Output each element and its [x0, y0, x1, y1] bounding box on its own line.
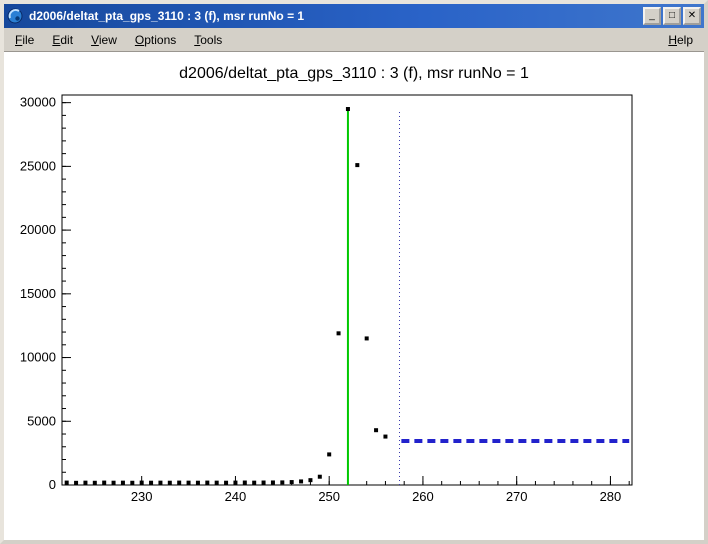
svg-text:280: 280 [600, 489, 622, 504]
titlebar[interactable]: d2006/deltat_pta_gps_3110 : 3 (f), msr r… [4, 4, 704, 28]
menu-item-options[interactable]: Options [126, 30, 185, 50]
menu-left: FileEditViewOptionsTools [6, 30, 231, 50]
window-title: d2006/deltat_pta_gps_3110 : 3 (f), msr r… [29, 9, 643, 23]
maximize-button[interactable]: □ [663, 7, 681, 25]
menu-item-view[interactable]: View [82, 30, 126, 50]
close-button[interactable]: ✕ [683, 7, 701, 25]
svg-text:10000: 10000 [20, 350, 56, 365]
svg-text:30000: 30000 [20, 95, 56, 110]
chart[interactable]: 230 240 250 260 270 280 0 5000 10000 15000 20000 25… [12, 88, 696, 538]
plot-title: d2006/deltat_pta_gps_3110 : 3 (f), msr r… [4, 52, 704, 88]
minimize-button[interactable]: _ [643, 7, 661, 25]
svg-text:0: 0 [49, 477, 56, 492]
window-controls: _ □ ✕ [643, 7, 701, 25]
plot-canvas[interactable]: d2006/deltat_pta_gps_3110 : 3 (f), msr r… [4, 52, 704, 540]
svg-text:270: 270 [506, 489, 528, 504]
menu-right: Help [659, 30, 702, 50]
app-window: d2006/deltat_pta_gps_3110 : 3 (f), msr r… [0, 0, 708, 544]
svg-text:20000: 20000 [20, 222, 56, 237]
menu-item-edit[interactable]: Edit [43, 30, 82, 50]
svg-text:25000: 25000 [20, 158, 56, 173]
svg-text:250: 250 [318, 489, 340, 504]
svg-text:240: 240 [225, 489, 247, 504]
svg-text:5000: 5000 [27, 413, 56, 428]
svg-text:230: 230 [131, 489, 153, 504]
menubar: FileEditViewOptionsTools Help [4, 28, 704, 52]
svg-text:15000: 15000 [20, 286, 56, 301]
menu-item-help[interactable]: Help [659, 30, 702, 50]
app-icon[interactable] [7, 8, 23, 24]
svg-text:260: 260 [412, 489, 434, 504]
menu-item-file[interactable]: File [6, 30, 43, 50]
menu-item-tools[interactable]: Tools [185, 30, 231, 50]
